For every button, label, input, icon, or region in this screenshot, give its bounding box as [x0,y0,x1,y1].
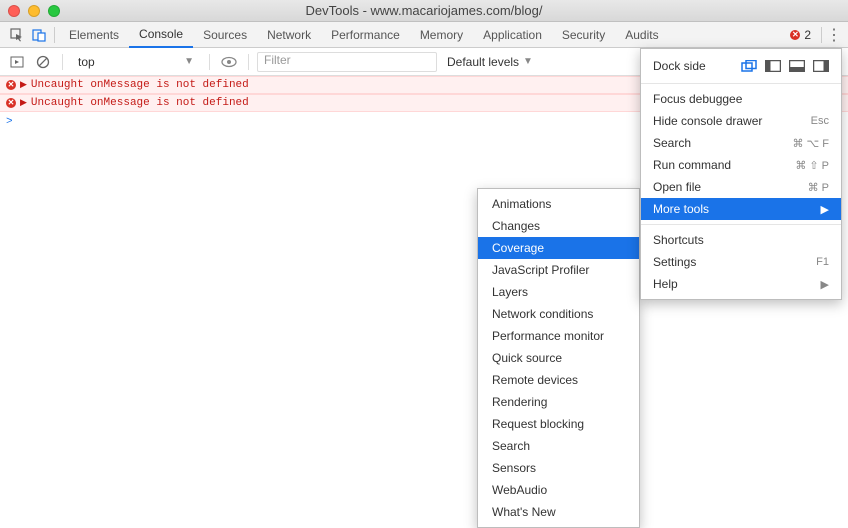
window-title: DevTools - www.macariojames.com/blog/ [8,3,840,18]
minimize-window-button[interactable] [28,5,40,17]
error-message: Uncaught onMessage is not defined [31,79,249,91]
window-titlebar: DevTools - www.macariojames.com/blog/ [0,0,848,22]
menu-item-label: Search [653,136,691,150]
menu-item-shortcut: Esc [811,115,829,127]
main-menu: Dock side Focus debuggee Hide console dra… [640,48,842,300]
tab-security[interactable]: Security [552,22,615,48]
submenu-item-network-conditions[interactable]: Network conditions [478,303,639,325]
tab-application[interactable]: Application [473,22,552,48]
submenu-item-changes[interactable]: Changes [478,215,639,237]
submenu-item-performance-monitor[interactable]: Performance monitor [478,325,639,347]
tab-elements[interactable]: Elements [59,22,129,48]
more-tools-submenu: AnimationsChangesCoverageJavaScript Prof… [477,188,640,528]
menu-item-help[interactable]: Help ▶ [641,273,841,295]
toggle-sidebar-icon[interactable] [6,51,28,73]
error-count-value: 2 [804,28,811,42]
device-toolbar-icon[interactable] [28,24,50,46]
tab-network[interactable]: Network [257,22,321,48]
menu-item-open-file[interactable]: Open file ⌘ P [641,176,841,198]
inspect-element-icon[interactable] [6,24,28,46]
menu-item-shortcuts[interactable]: Shortcuts [641,229,841,251]
levels-label: Default levels [447,55,519,69]
submenu-item-rendering[interactable]: Rendering [478,391,639,413]
error-icon: ✕ [6,80,16,90]
menu-item-shortcut: ⌘ ⇧ P [795,159,829,172]
separator [821,27,822,43]
separator [62,54,63,70]
dock-undock-icon[interactable] [741,60,757,72]
dock-icons [741,60,829,72]
menu-item-search[interactable]: Search ⌘ ⌥ F [641,132,841,154]
log-levels-selector[interactable]: Default levels ▼ [441,52,539,72]
filter-input[interactable]: Filter [257,52,437,72]
menu-item-shortcut: F1 [816,256,829,268]
clear-console-icon[interactable] [32,51,54,73]
error-icon: ✕ [6,98,16,108]
traffic-lights [8,5,60,17]
submenu-item-webaudio[interactable]: WebAudio [478,479,639,501]
separator [248,54,249,70]
separator [209,54,210,70]
menu-item-label: Help [653,277,678,291]
menu-item-label: Open file [653,180,701,194]
submenu-arrow-icon: ▶ [821,203,829,216]
submenu-item-animations[interactable]: Animations [478,193,639,215]
menu-item-run-command[interactable]: Run command ⌘ ⇧ P [641,154,841,176]
expand-triangle-icon[interactable]: ▶ [20,80,27,90]
tab-performance[interactable]: Performance [321,22,410,48]
menu-item-settings[interactable]: Settings F1 [641,251,841,273]
tab-sources[interactable]: Sources [193,22,257,48]
error-icon: ✕ [790,30,800,40]
menu-item-label: More tools [653,202,709,216]
close-window-button[interactable] [8,5,20,17]
tab-audits[interactable]: Audits [615,22,668,48]
menu-item-label: Focus debuggee [653,92,742,106]
dock-left-icon[interactable] [765,60,781,72]
more-options-icon[interactable]: ⋮ [826,25,842,45]
menu-item-label: Settings [653,255,696,269]
dock-side-label: Dock side [653,59,706,73]
zoom-window-button[interactable] [48,5,60,17]
submenu-arrow-icon: ▶ [821,278,829,291]
submenu-item-remote-devices[interactable]: Remote devices [478,369,639,391]
dock-bottom-icon[interactable] [789,60,805,72]
menu-item-shortcut: ⌘ P [808,181,829,194]
submenu-item-search[interactable]: Search [478,435,639,457]
menu-item-more-tools[interactable]: More tools ▶ [641,198,841,220]
menu-item-hide-console-drawer[interactable]: Hide console drawer Esc [641,110,841,132]
submenu-item-request-blocking[interactable]: Request blocking [478,413,639,435]
expand-triangle-icon[interactable]: ▶ [20,98,27,108]
menu-item-shortcut: ⌘ ⌥ F [792,137,829,150]
separator [54,27,55,43]
menu-item-label: Hide console drawer [653,114,762,128]
dock-side-row: Dock side [641,53,841,79]
menu-item-label: Shortcuts [653,233,704,247]
chevron-down-icon: ▼ [184,56,194,67]
live-expression-icon[interactable] [218,51,240,73]
devtools-tabbar: ElementsConsoleSourcesNetworkPerformance… [0,22,848,48]
tab-console[interactable]: Console [129,22,193,48]
menu-item-label: Run command [653,158,731,172]
submenu-item-what-s-new[interactable]: What's New [478,501,639,523]
submenu-item-quick-source[interactable]: Quick source [478,347,639,369]
filter-placeholder: Filter [264,53,291,67]
submenu-item-coverage[interactable]: Coverage [478,237,639,259]
submenu-item-javascript-profiler[interactable]: JavaScript Profiler [478,259,639,281]
error-counter[interactable]: ✕ 2 [790,28,811,42]
menu-item-focus-debuggee[interactable]: Focus debuggee [641,88,841,110]
submenu-item-layers[interactable]: Layers [478,281,639,303]
chevron-down-icon: ▼ [523,56,533,67]
dock-right-icon[interactable] [813,60,829,72]
tab-memory[interactable]: Memory [410,22,473,48]
submenu-item-sensors[interactable]: Sensors [478,457,639,479]
error-message: Uncaught onMessage is not defined [31,97,249,109]
context-label: top [78,55,95,69]
context-selector[interactable]: top ▼ [71,52,201,72]
